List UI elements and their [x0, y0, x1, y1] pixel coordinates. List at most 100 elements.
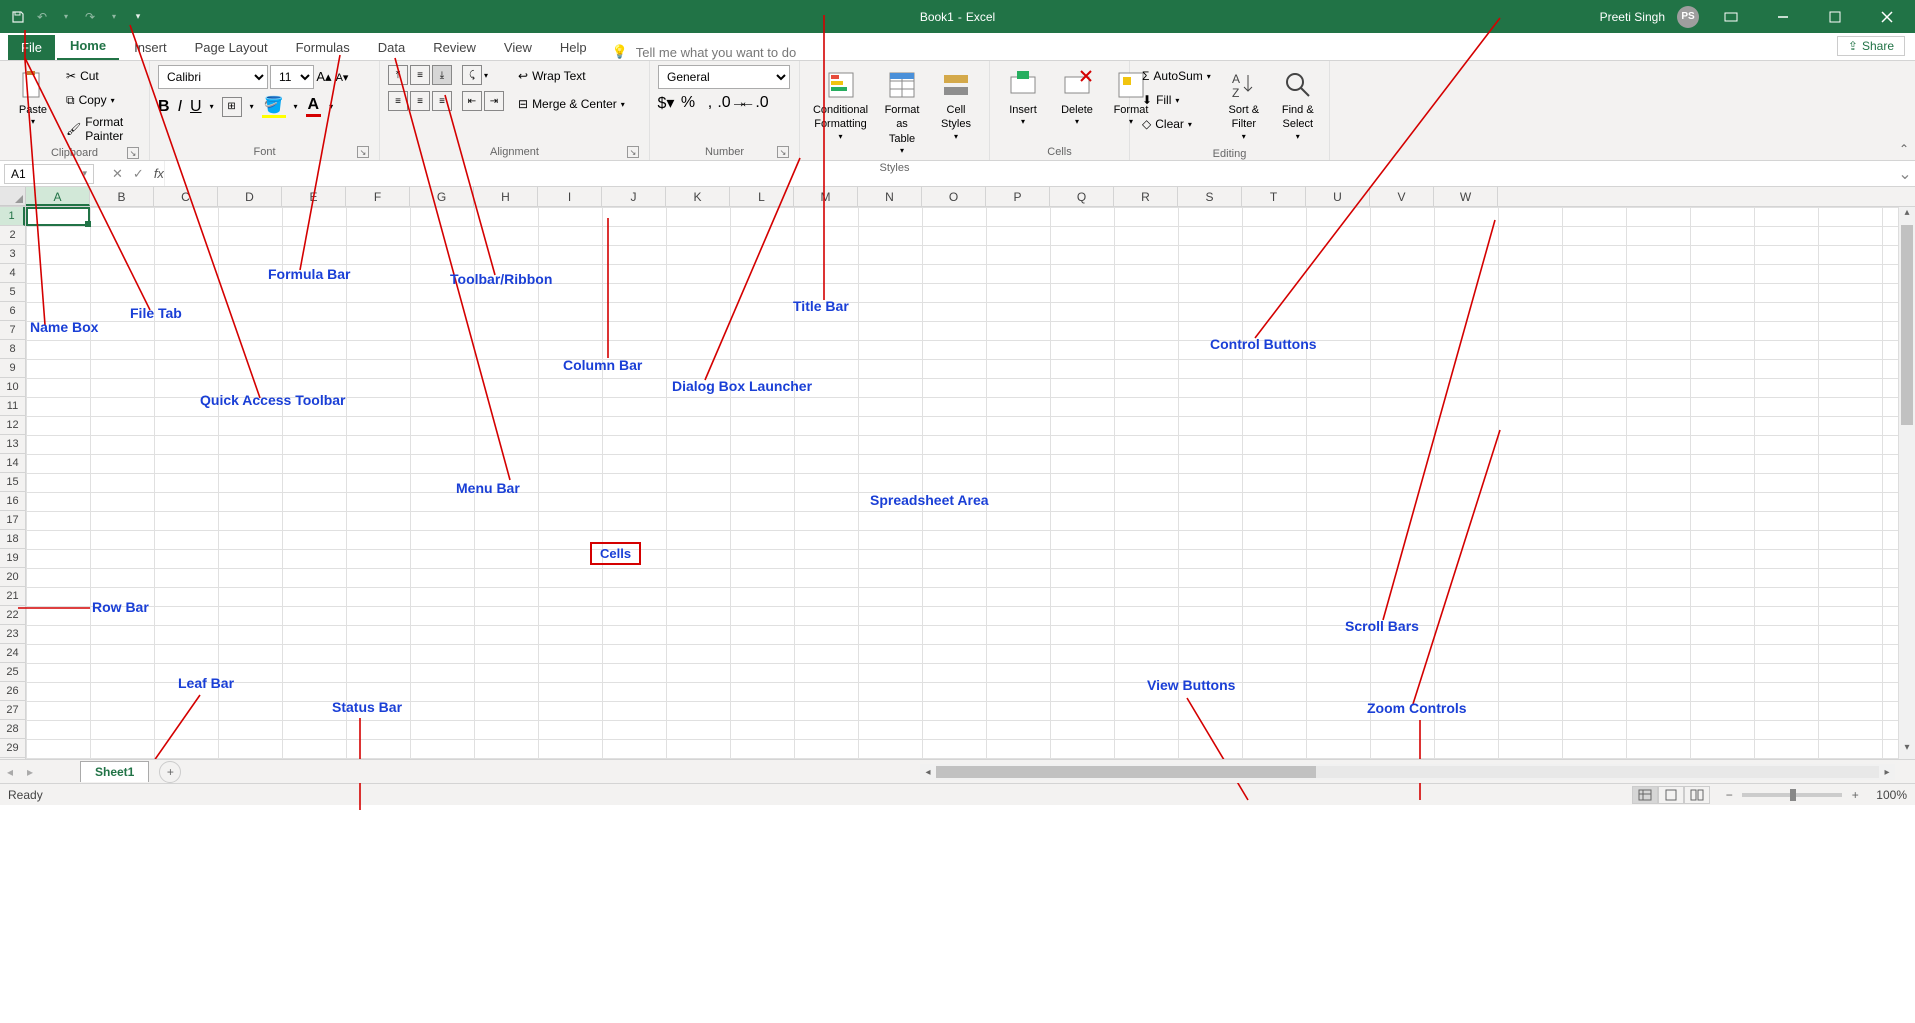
scroll-right-icon[interactable]: ▸: [1879, 767, 1895, 778]
copy-button[interactable]: ⧉Copy▾: [62, 89, 141, 111]
row-header[interactable]: 22: [0, 606, 25, 625]
comma-format-icon[interactable]: ,: [702, 95, 718, 111]
paste-button[interactable]: Paste ▾: [8, 65, 58, 132]
zoom-out-button[interactable]: −: [1722, 788, 1736, 802]
row-header[interactable]: 10: [0, 378, 25, 397]
cells-grid[interactable]: [26, 207, 1915, 759]
increase-indent-icon[interactable]: ⇥: [484, 91, 504, 111]
insert-cells-button[interactable]: Insert▾: [998, 65, 1048, 132]
user-avatar[interactable]: PS: [1677, 6, 1699, 28]
number-dialog-launcher[interactable]: ↘: [777, 146, 789, 158]
column-header[interactable]: N: [858, 187, 922, 206]
maximize-icon[interactable]: [1815, 0, 1855, 33]
align-center-icon[interactable]: ≡: [410, 91, 430, 111]
column-header[interactable]: M: [794, 187, 858, 206]
row-header[interactable]: 1: [0, 207, 25, 226]
zoom-slider[interactable]: [1742, 793, 1842, 797]
clear-button[interactable]: ◇Clear▾: [1138, 113, 1215, 135]
row-header[interactable]: 21: [0, 587, 25, 606]
row-header[interactable]: 23: [0, 625, 25, 644]
cell-styles-button[interactable]: Cell Styles▾: [931, 65, 981, 146]
tab-file[interactable]: File: [8, 35, 55, 60]
row-header[interactable]: 16: [0, 492, 25, 511]
orientation-icon[interactable]: ⤹: [462, 65, 482, 85]
column-header[interactable]: R: [1114, 187, 1178, 206]
tab-home[interactable]: Home: [57, 33, 119, 60]
column-header[interactable]: G: [410, 187, 474, 206]
autosum-button[interactable]: ΣAutoSum▾: [1138, 65, 1215, 87]
column-header[interactable]: I: [538, 187, 602, 206]
fill-color-button[interactable]: 🪣: [262, 95, 286, 118]
collapse-ribbon-icon[interactable]: ⌃: [1899, 142, 1909, 156]
view-normal-button[interactable]: [1632, 786, 1658, 804]
cancel-formula-icon[interactable]: ✕: [112, 166, 123, 182]
name-box[interactable]: A1▾: [4, 164, 94, 184]
tab-insert[interactable]: Insert: [121, 35, 180, 60]
row-header[interactable]: 27: [0, 701, 25, 720]
tab-page-layout[interactable]: Page Layout: [182, 35, 281, 60]
row-header[interactable]: 29: [0, 739, 25, 758]
share-button[interactable]: ⇪ Share: [1837, 36, 1905, 56]
tab-help[interactable]: Help: [547, 35, 600, 60]
scroll-left-icon[interactable]: ◂: [920, 767, 936, 778]
clipboard-dialog-launcher[interactable]: ↘: [127, 147, 139, 159]
align-bottom-icon[interactable]: ⤓: [432, 65, 452, 85]
scroll-down-icon[interactable]: ▾: [1899, 742, 1915, 759]
decrease-indent-icon[interactable]: ⇤: [462, 91, 482, 111]
horizontal-scrollbar[interactable]: ◂ ▸: [920, 764, 1895, 780]
underline-button[interactable]: U: [190, 98, 202, 116]
column-header[interactable]: P: [986, 187, 1050, 206]
column-header[interactable]: K: [666, 187, 730, 206]
row-header[interactable]: 13: [0, 435, 25, 454]
accounting-format-icon[interactable]: $▾: [658, 95, 674, 111]
column-header[interactable]: B: [90, 187, 154, 206]
column-header[interactable]: T: [1242, 187, 1306, 206]
tab-view[interactable]: View: [491, 35, 545, 60]
font-size-select[interactable]: 11: [270, 65, 314, 89]
row-header[interactable]: 14: [0, 454, 25, 473]
sheet-nav-prev-icon[interactable]: ◂: [0, 765, 20, 779]
row-header[interactable]: 3: [0, 245, 25, 264]
row-header[interactable]: 8: [0, 340, 25, 359]
view-page-break-button[interactable]: [1684, 786, 1710, 804]
minimize-icon[interactable]: [1763, 0, 1803, 33]
tab-review[interactable]: Review: [420, 35, 489, 60]
row-header[interactable]: 19: [0, 549, 25, 568]
select-all-corner[interactable]: [0, 187, 26, 206]
row-header[interactable]: 25: [0, 663, 25, 682]
column-header[interactable]: H: [474, 187, 538, 206]
delete-cells-button[interactable]: Delete▾: [1052, 65, 1102, 132]
row-header[interactable]: 7: [0, 321, 25, 340]
percent-format-icon[interactable]: %: [680, 95, 696, 111]
align-right-icon[interactable]: ≡: [432, 91, 452, 111]
row-header[interactable]: 26: [0, 682, 25, 701]
fill-button[interactable]: ⬇Fill▾: [1138, 89, 1215, 111]
increase-font-icon[interactable]: A▴: [316, 69, 332, 85]
view-page-layout-button[interactable]: [1658, 786, 1684, 804]
tab-data[interactable]: Data: [365, 35, 418, 60]
save-icon[interactable]: [10, 9, 26, 25]
column-header[interactable]: S: [1178, 187, 1242, 206]
qat-customize-icon[interactable]: ▾: [130, 9, 146, 25]
decrease-decimal-icon[interactable]: ←.0: [746, 95, 762, 111]
find-select-button[interactable]: Find & Select▾: [1273, 65, 1323, 146]
column-header[interactable]: U: [1306, 187, 1370, 206]
decrease-font-icon[interactable]: A▾: [334, 69, 350, 85]
formula-input[interactable]: [164, 161, 1895, 186]
column-header[interactable]: E: [282, 187, 346, 206]
vscroll-thumb[interactable]: [1901, 225, 1913, 425]
undo-icon[interactable]: ↶: [34, 9, 50, 25]
row-header[interactable]: 9: [0, 359, 25, 378]
row-header[interactable]: 4: [0, 264, 25, 283]
number-format-select[interactable]: General: [658, 65, 790, 89]
hscroll-thumb[interactable]: [936, 766, 1316, 778]
active-cell[interactable]: [26, 207, 90, 226]
row-header[interactable]: 2: [0, 226, 25, 245]
zoom-in-button[interactable]: +: [1848, 788, 1862, 802]
redo-dropdown-icon[interactable]: ▾: [106, 9, 122, 25]
row-header[interactable]: 18: [0, 530, 25, 549]
align-middle-icon[interactable]: ≡: [410, 65, 430, 85]
column-header[interactable]: D: [218, 187, 282, 206]
align-left-icon[interactable]: ≡: [388, 91, 408, 111]
scroll-up-icon[interactable]: ▴: [1899, 207, 1915, 224]
